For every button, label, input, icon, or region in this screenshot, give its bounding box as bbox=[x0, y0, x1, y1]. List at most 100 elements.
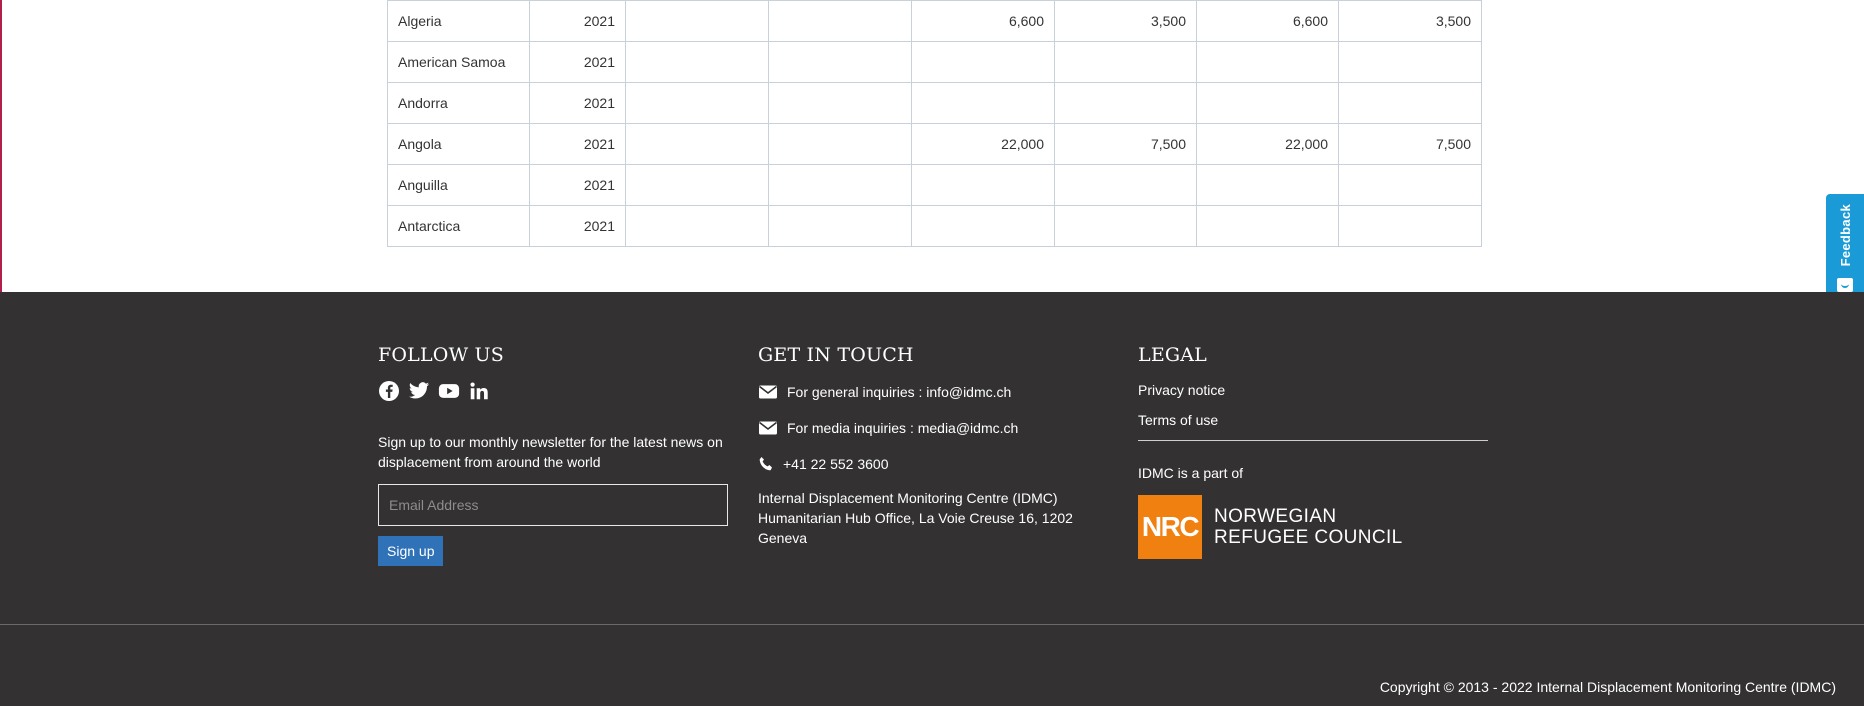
youtube-icon[interactable] bbox=[438, 380, 460, 402]
media-inquiries-text: For media inquiries : media@idmc.ch bbox=[787, 420, 1019, 436]
value-cell bbox=[1338, 82, 1482, 124]
newsletter-description: Sign up to our monthly newsletter for th… bbox=[378, 434, 723, 470]
value-cell bbox=[1338, 205, 1482, 247]
value-cell: 3,500 bbox=[1054, 0, 1197, 42]
value-cell bbox=[625, 164, 769, 206]
value-cell bbox=[1196, 164, 1339, 206]
twitter-icon[interactable] bbox=[408, 380, 430, 402]
value-cell bbox=[1196, 41, 1339, 83]
displacement-data-table: Algeria 2021 6,600 3,500 6,600 3,500 American … bbox=[387, 0, 1482, 247]
value-cell bbox=[911, 164, 1055, 206]
year-cell: 2021 bbox=[529, 164, 626, 206]
value-cell: 22,000 bbox=[911, 123, 1055, 165]
value-cell bbox=[768, 82, 912, 124]
value-cell bbox=[768, 0, 912, 42]
get-in-touch-column: GET IN TOUCH For general inquiries : inf… bbox=[758, 344, 1098, 548]
value-cell bbox=[1196, 82, 1339, 124]
value-cell: 3,500 bbox=[1338, 0, 1482, 42]
nrc-wordmark: NORWEGIAN REFUGEE COUNCIL bbox=[1214, 506, 1403, 548]
signup-button[interactable]: Sign up bbox=[378, 536, 444, 566]
legal-column: LEGAL Privacy notice Terms of use IDMC i… bbox=[1138, 344, 1488, 559]
value-cell bbox=[911, 205, 1055, 247]
feedback-icon bbox=[1837, 278, 1853, 292]
feedback-tab[interactable]: Feedback bbox=[1826, 194, 1864, 304]
terms-of-use-link[interactable]: Terms of use bbox=[1138, 410, 1488, 430]
address: Internal Displacement Monitoring Centre … bbox=[758, 488, 1098, 548]
table-row: Algeria 2021 6,600 3,500 6,600 3,500 bbox=[387, 0, 1482, 42]
phone-number[interactable]: +41 22 552 3600 bbox=[758, 452, 1098, 476]
envelope-icon bbox=[759, 385, 777, 399]
country-cell: Andorra bbox=[387, 82, 530, 124]
address-line-2: Humanitarian Hub Office, La Voie Creuse … bbox=[758, 510, 1073, 546]
table-row: Angola 2021 22,000 7,500 22,000 7,500 bbox=[387, 123, 1482, 165]
country-cell: American Samoa bbox=[387, 41, 530, 83]
year-cell: 2021 bbox=[529, 205, 626, 247]
value-cell bbox=[625, 123, 769, 165]
facebook-icon[interactable] bbox=[378, 380, 400, 402]
value-cell: 6,600 bbox=[1196, 0, 1339, 42]
envelope-icon bbox=[759, 421, 777, 435]
value-cell bbox=[911, 82, 1055, 124]
general-inquiries-text: For general inquiries : info@idmc.ch bbox=[787, 384, 1012, 400]
value-cell bbox=[1054, 41, 1197, 83]
nrc-logo[interactable]: NRC NORWEGIAN REFUGEE COUNCIL bbox=[1138, 495, 1488, 559]
data-table-container: Algeria 2021 6,600 3,500 6,600 3,500 American … bbox=[387, 0, 1482, 247]
value-cell bbox=[1054, 164, 1197, 206]
value-cell bbox=[625, 205, 769, 247]
value-cell bbox=[625, 0, 769, 42]
phone-number-text: +41 22 552 3600 bbox=[783, 456, 889, 472]
page-edge-accent bbox=[0, 0, 2, 292]
general-inquiries[interactable]: For general inquiries : info@idmc.ch bbox=[758, 380, 1098, 404]
value-cell: 6,600 bbox=[911, 0, 1055, 42]
value-cell bbox=[1196, 205, 1339, 247]
table-row: Antarctica 2021 bbox=[387, 205, 1482, 247]
country-cell: Anguilla bbox=[387, 164, 530, 206]
value-cell bbox=[768, 123, 912, 165]
footer-divider bbox=[0, 624, 1864, 625]
linkedin-icon[interactable] bbox=[468, 380, 490, 402]
value-cell bbox=[768, 164, 912, 206]
value-cell bbox=[625, 41, 769, 83]
address-line-1: Internal Displacement Monitoring Centre … bbox=[758, 490, 1058, 506]
country-cell: Algeria bbox=[387, 0, 530, 42]
phone-icon bbox=[759, 457, 772, 471]
page: Algeria 2021 6,600 3,500 6,600 3,500 American … bbox=[0, 0, 1864, 706]
value-cell bbox=[768, 205, 912, 247]
nrc-name-line-1: NORWEGIAN bbox=[1214, 506, 1337, 527]
legal-heading: LEGAL bbox=[1138, 344, 1208, 366]
nrc-logo-mark: NRC bbox=[1138, 495, 1202, 559]
email-address-input[interactable] bbox=[378, 484, 728, 526]
value-cell bbox=[768, 41, 912, 83]
media-inquiries[interactable]: For media inquiries : media@idmc.ch bbox=[758, 416, 1098, 440]
feedback-label: Feedback bbox=[1837, 204, 1853, 267]
table-row: American Samoa 2021 bbox=[387, 41, 1482, 83]
table-row: Andorra 2021 bbox=[387, 82, 1482, 124]
nrc-name-line-2: REFUGEE COUNCIL bbox=[1214, 527, 1403, 548]
value-cell: 7,500 bbox=[1054, 123, 1197, 165]
copyright-text: Copyright © 2013 - 2022 Internal Displac… bbox=[1379, 679, 1836, 695]
year-cell: 2021 bbox=[529, 123, 626, 165]
value-cell bbox=[1054, 82, 1197, 124]
site-footer: FOLLOW US Sign up to our monthly newslet… bbox=[0, 292, 1864, 706]
year-cell: 2021 bbox=[529, 0, 626, 42]
legal-divider bbox=[1138, 440, 1488, 441]
privacy-notice-link[interactable]: Privacy notice bbox=[1138, 380, 1488, 400]
follow-us-heading: FOLLOW US bbox=[378, 344, 504, 366]
table-row: Anguilla 2021 bbox=[387, 164, 1482, 206]
get-in-touch-heading: GET IN TOUCH bbox=[758, 344, 914, 366]
value-cell bbox=[1338, 41, 1482, 83]
social-links bbox=[378, 380, 728, 402]
value-cell bbox=[625, 82, 769, 124]
follow-us-column: FOLLOW US Sign up to our monthly newslet… bbox=[378, 344, 728, 566]
year-cell: 2021 bbox=[529, 41, 626, 83]
country-cell: Antarctica bbox=[387, 205, 530, 247]
value-cell bbox=[1054, 205, 1197, 247]
value-cell: 22,000 bbox=[1196, 123, 1339, 165]
part-of-label: IDMC is a part of bbox=[1138, 465, 1244, 481]
country-cell: Angola bbox=[387, 123, 530, 165]
value-cell: 7,500 bbox=[1338, 123, 1482, 165]
value-cell bbox=[1338, 164, 1482, 206]
year-cell: 2021 bbox=[529, 82, 626, 124]
value-cell bbox=[911, 41, 1055, 83]
table-body: Algeria 2021 6,600 3,500 6,600 3,500 American … bbox=[387, 0, 1482, 247]
